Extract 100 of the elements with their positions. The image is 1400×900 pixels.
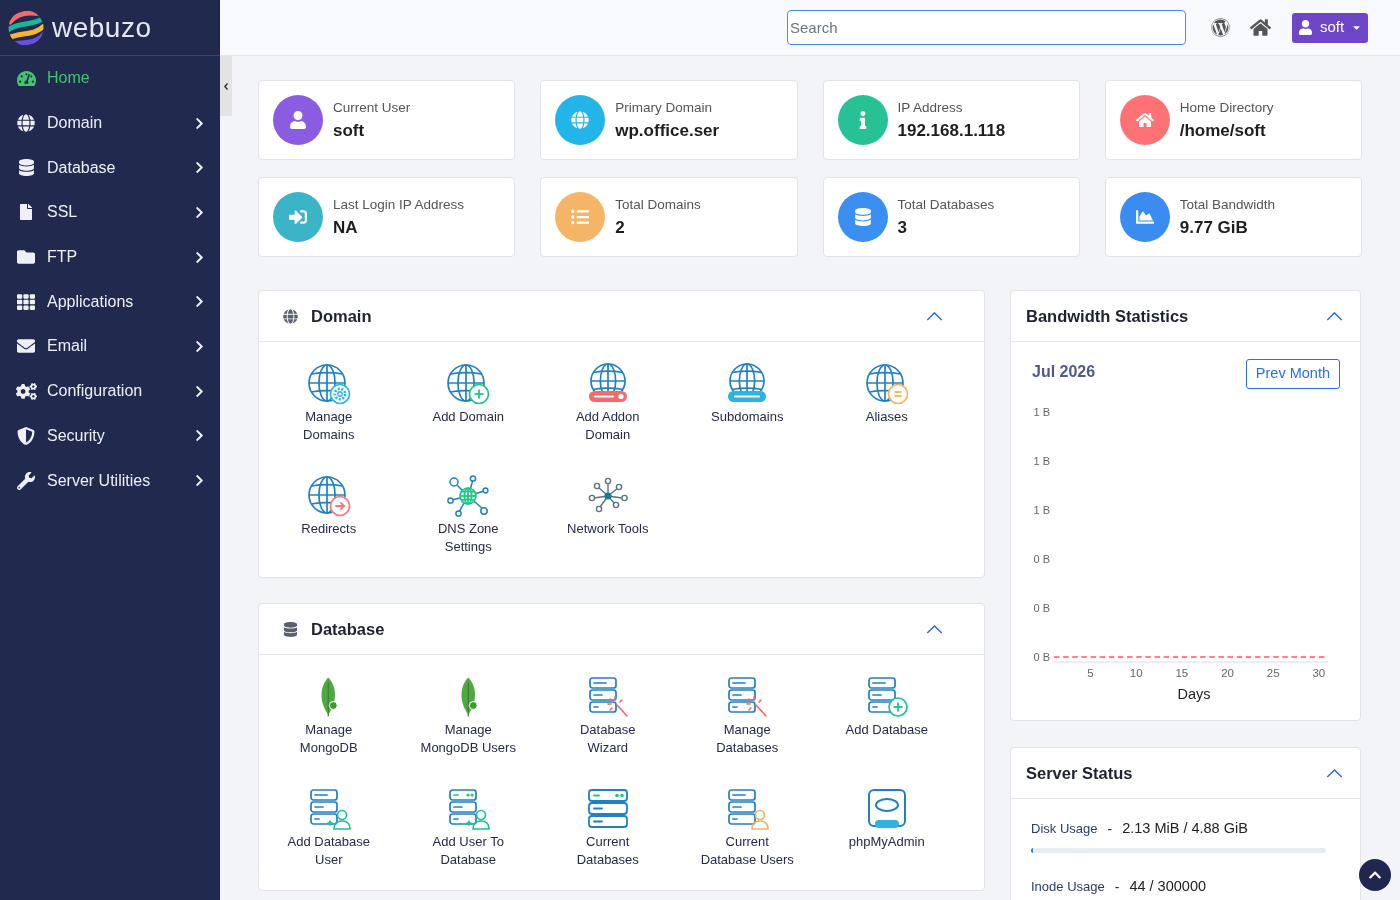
metric-separator: - xyxy=(1107,819,1113,839)
file-icon xyxy=(18,204,34,221)
leaf-icon xyxy=(319,677,339,717)
panel-title: Bandwidth Statistics xyxy=(1026,305,1189,327)
database-icon xyxy=(283,621,298,637)
tool-link[interactable]: Manage Domains xyxy=(259,362,399,444)
tool-link[interactable]: Add User To Database xyxy=(398,787,538,869)
metric-label: Disk Usage xyxy=(1031,820,1098,839)
metric-label: Inode Usage xyxy=(1031,878,1105,897)
shield-icon xyxy=(17,426,35,445)
collapse-button[interactable] xyxy=(926,311,943,321)
chevron-up-icon xyxy=(1326,768,1343,778)
tool-link[interactable]: Current Databases xyxy=(538,787,678,869)
sidebar-item[interactable]: Configuration xyxy=(0,368,220,414)
axis-tick-label: 1 B xyxy=(1033,406,1050,418)
search-field[interactable]: Search xyxy=(787,10,1186,45)
tool-link[interactable]: Add Database User xyxy=(259,787,399,869)
panel-title: Database xyxy=(311,618,385,640)
chevron-right-icon xyxy=(193,384,206,398)
chevron-left-icon xyxy=(224,82,228,90)
user-menu-button[interactable]: soft xyxy=(1292,12,1368,43)
stat-value: 9.77 GiB xyxy=(1179,216,1249,239)
tool-link[interactable]: Aliases xyxy=(817,362,957,426)
chevron-right-icon xyxy=(193,474,206,488)
tool-link[interactable]: Redirects xyxy=(259,474,399,538)
chevron-right-icon xyxy=(193,116,206,130)
globe-arrow-icon xyxy=(306,474,351,518)
prev-month-button[interactable]: Prev Month xyxy=(1245,359,1340,389)
stat-label: Home Directory xyxy=(1179,98,1274,117)
metric-separator: - xyxy=(1114,877,1120,897)
panel-title: Server Status xyxy=(1026,762,1133,784)
tool-link[interactable]: Network Tools xyxy=(538,474,678,538)
database-icon xyxy=(17,159,35,177)
tool-link[interactable]: Add Domain xyxy=(398,362,538,426)
month-label: Jul 2026 xyxy=(1032,362,1096,382)
stat-value: 2 xyxy=(615,216,626,239)
sidebar-item[interactable]: Database xyxy=(0,145,220,191)
scroll-top-button[interactable] xyxy=(1359,859,1391,891)
axis-tick-label: 0 B xyxy=(1033,553,1050,565)
sidebar-item[interactable]: SSL xyxy=(0,190,220,235)
tool-link[interactable]: Manage MongoDB Users xyxy=(398,675,538,757)
globe-gear-icon xyxy=(306,362,351,406)
chevron-right-icon xyxy=(193,250,206,264)
metric-value: 44 / 300000 xyxy=(1129,877,1206,897)
user-icon xyxy=(1297,20,1313,35)
gauge-icon xyxy=(16,68,36,88)
sidebar-toggle-button[interactable] xyxy=(220,56,232,116)
wrench-icon xyxy=(17,471,35,490)
globe-icon xyxy=(283,308,298,324)
axis-tick-label: 1 B xyxy=(1033,455,1050,467)
stat-label: Current User xyxy=(333,98,411,117)
server-icon xyxy=(585,787,630,831)
tool-link[interactable]: Current Database Users xyxy=(677,787,817,869)
network-globe-icon xyxy=(446,474,491,518)
globe-plus-icon xyxy=(446,362,491,406)
panel-title: Domain xyxy=(311,305,372,327)
globe-equals-icon xyxy=(864,362,909,406)
chevron-right-icon xyxy=(193,429,206,443)
sidebar-item[interactable]: Home xyxy=(0,56,220,101)
server-user-icon xyxy=(725,787,770,831)
tool-link[interactable]: DNS Zone Settings xyxy=(398,474,538,556)
tool-link[interactable]: Subdomains xyxy=(677,362,817,426)
collapse-button[interactable] xyxy=(1326,768,1343,778)
globe-icon xyxy=(17,114,35,133)
home-icon[interactable] xyxy=(1250,17,1271,38)
chevron-right-icon xyxy=(193,161,206,175)
gears-icon xyxy=(15,380,37,402)
stat-label: Primary Domain xyxy=(615,98,714,117)
stat-value: NA xyxy=(333,216,359,239)
tool-link[interactable]: Add Database xyxy=(817,675,957,739)
sidebar-item[interactable]: Server Utilities xyxy=(0,458,220,503)
envelope-icon xyxy=(17,337,35,356)
chevron-up-icon xyxy=(1326,311,1343,321)
tool-link[interactable]: Manage MongoDB xyxy=(259,675,399,757)
stat-label: Total Bandwidth xyxy=(1179,195,1276,214)
server-wand-icon xyxy=(725,675,770,719)
chevron-right-icon xyxy=(193,205,206,219)
tool-link[interactable]: Add Addon Domain xyxy=(538,362,678,444)
wordpress-icon[interactable] xyxy=(1211,18,1230,37)
axis-title: Days xyxy=(1177,686,1211,702)
sidebar-item[interactable]: FTP xyxy=(0,234,220,280)
folder-icon xyxy=(17,248,35,267)
tool-link[interactable]: Manage Databases xyxy=(677,675,817,757)
grid-icon xyxy=(17,292,35,311)
sidebar-item[interactable]: Applications xyxy=(0,279,220,325)
axis-tick-label: 10 xyxy=(1129,667,1143,679)
tool-link[interactable]: Database Wizard xyxy=(538,675,678,757)
collapse-button[interactable] xyxy=(926,624,943,634)
swirl-logo-icon xyxy=(8,9,44,46)
chevron-right-icon xyxy=(193,295,206,309)
sidebar-item[interactable]: Security xyxy=(0,413,220,459)
tool-link[interactable]: phpMyAdmin xyxy=(817,787,957,851)
sidebar-item[interactable]: Domain xyxy=(0,100,220,146)
sidebar-item[interactable]: Email xyxy=(0,324,220,369)
collapse-button[interactable] xyxy=(1326,311,1343,321)
axis-tick-label: 25 xyxy=(1266,667,1280,679)
axis-tick-label: 0 B xyxy=(1033,651,1050,663)
stat-label: Last Login IP Address xyxy=(333,195,465,214)
axis-tick-label: 1 B xyxy=(1033,504,1050,516)
stat-value: wp.office.ser xyxy=(615,119,720,142)
